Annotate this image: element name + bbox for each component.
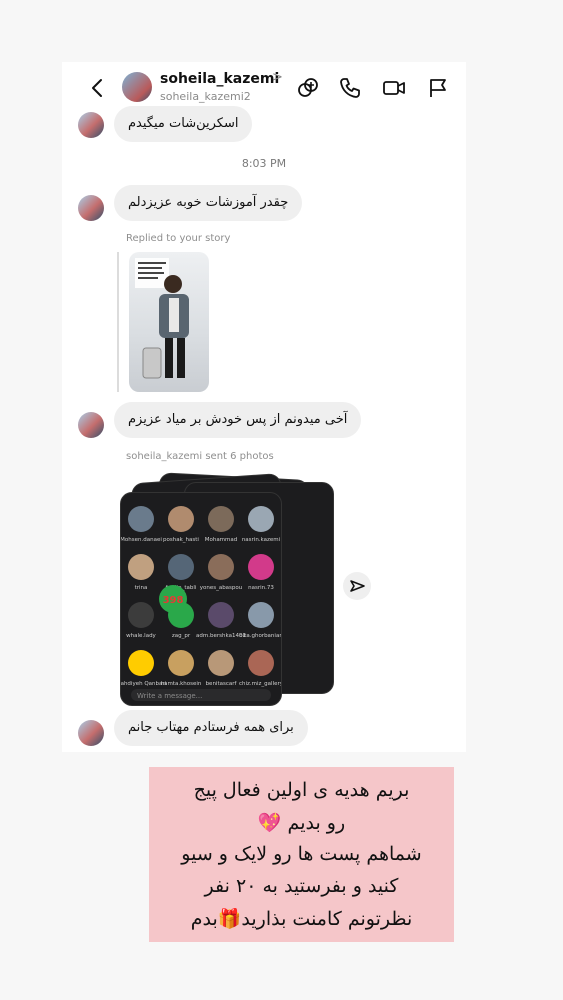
- profile-avatar: [208, 602, 234, 628]
- profile-name: trina: [135, 585, 148, 591]
- profile-name: bita.ghorbanian: [239, 633, 281, 639]
- message-bubble-4[interactable]: برای همه فرستادم مهتاب جانم: [114, 710, 308, 746]
- message-bubble-1[interactable]: اسکرین‌شات میگیدم: [114, 106, 253, 142]
- reply-indicator-bar: [117, 252, 119, 392]
- profile-name: yones_abaspou: [200, 585, 243, 591]
- profile-avatar: [168, 650, 194, 676]
- profile-avatar: [248, 554, 274, 580]
- add-member-icon[interactable]: [296, 76, 320, 100]
- message-timestamp: 8:03 PM: [241, 157, 287, 170]
- back-arrow-icon[interactable]: [86, 76, 110, 100]
- overlay-line-2: رو بدیم 💖: [257, 812, 346, 834]
- phone-icon[interactable]: [338, 76, 362, 100]
- header-display-name[interactable]: soheila_kazemi: [160, 71, 279, 87]
- profile-name: benitascarf: [206, 681, 238, 687]
- sender-avatar[interactable]: [78, 412, 104, 438]
- message-bubble-2[interactable]: چقدر آموزشات خوبه عزیزدلم: [114, 185, 303, 221]
- replied-to-story-label: Replied to your story: [126, 233, 231, 244]
- message-bubble-3[interactable]: آخی میدونم از پس خودش بر میاد عزیزم: [114, 402, 362, 438]
- profile-avatar: [208, 650, 234, 676]
- photo-stack[interactable]: Mohsen.danaei poshak_hasti Mohammad nasrin.…: [114, 472, 344, 712]
- overlay-line-4: کنید و بفرستید به ۲۰ نفر: [204, 875, 399, 897]
- profile-name: nasrin.kazemi: [242, 537, 281, 543]
- profile-avatar: [248, 650, 274, 676]
- badge-398: 398: [163, 595, 184, 606]
- story-text-overlay: بریم هدیه ی اولین فعال پیج رو بدیم 💖 شما…: [149, 767, 454, 942]
- profile-name: whale.lady: [126, 633, 156, 639]
- profile-name: nasrin.73: [248, 585, 274, 591]
- sender-avatar[interactable]: [78, 112, 104, 138]
- profile-name: chiz.miz_gallery: [239, 681, 281, 687]
- video-call-icon[interactable]: [382, 76, 406, 100]
- chat-window: soheila_kazemi > soheila_kazemi2 اسکرین‌…: [62, 62, 466, 752]
- profile-name: Mohsen.danaei: [121, 537, 162, 543]
- header-avatar[interactable]: [122, 72, 152, 102]
- chat-header: soheila_kazemi > soheila_kazemi2: [62, 62, 466, 114]
- overlay-line-1: بریم هدیه ی اولین فعال پیج: [193, 779, 410, 801]
- profile-avatar: [208, 554, 234, 580]
- share-button[interactable]: [343, 572, 371, 600]
- profile-avatar: [168, 506, 194, 532]
- profile-name: poshak_hasti: [163, 537, 199, 543]
- send-icon: [350, 580, 365, 592]
- profiles-grid-icon: Mohsen.danaei poshak_hasti Mohammad nasrin.…: [116, 506, 284, 701]
- sender-avatar[interactable]: [78, 195, 104, 221]
- profile-avatar: [128, 602, 154, 628]
- profile-name: Mohammad: [205, 537, 238, 543]
- profile-avatar: [128, 506, 154, 532]
- profile-name: zag_pr: [172, 633, 191, 639]
- profile-avatar: [128, 650, 154, 676]
- overlay-line-3: شماهم پست ها رو لایک و سیو: [181, 843, 422, 865]
- story-image-icon: [135, 258, 189, 379]
- profile-avatar: [248, 506, 274, 532]
- chevron-right-icon[interactable]: >: [272, 70, 283, 85]
- sender-avatar[interactable]: [78, 720, 104, 746]
- photo-write-placeholder: Write a message...: [137, 692, 202, 700]
- sent-photos-label: soheila_kazemi sent 6 photos: [126, 451, 274, 462]
- profile-avatar: [128, 554, 154, 580]
- header-username: soheila_kazemi2: [160, 90, 251, 103]
- profile-avatar: [248, 602, 274, 628]
- photo-card-front[interactable]: Mohsen.danaei poshak_hasti Mohammad nasrin.…: [116, 492, 284, 706]
- profile-name: hamta.khosein: [161, 681, 202, 687]
- profile-avatar: [208, 506, 234, 532]
- overlay-line-5: نظرتونم کامنت بذارید🎁بدم: [190, 908, 413, 930]
- profile-avatar: [168, 554, 194, 580]
- flag-icon[interactable]: [426, 76, 450, 100]
- story-thumbnail[interactable]: [129, 252, 209, 392]
